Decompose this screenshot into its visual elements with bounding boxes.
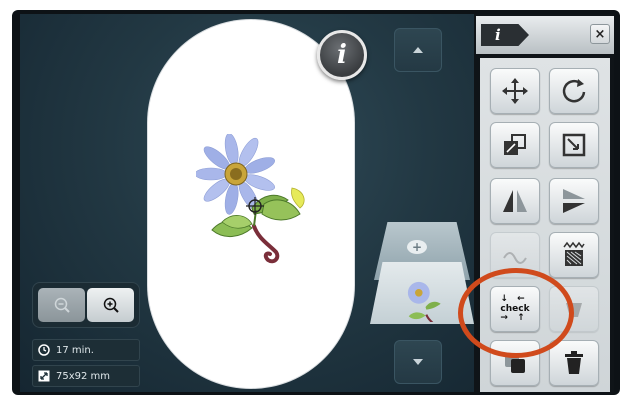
zoom-in-icon: [103, 297, 119, 313]
move-button[interactable]: [490, 68, 540, 114]
layer-thumbnail-flower: [407, 281, 441, 322]
chevron-down-icon: [413, 359, 423, 365]
annotation-circle: [458, 268, 574, 358]
add-layer-icon[interactable]: +: [407, 240, 427, 254]
info-badge[interactable]: i: [317, 30, 367, 80]
clock-icon: [38, 344, 50, 356]
stitch-time-value: 17 min.: [56, 344, 94, 356]
chevron-up-icon: [413, 47, 423, 53]
resize-icon: [562, 133, 586, 157]
rotate-icon: [562, 79, 586, 103]
zoom-out-button[interactable]: [38, 288, 85, 322]
mirror-left-right-button[interactable]: [490, 178, 540, 224]
crosshair-icon: [246, 197, 264, 215]
resize-proportional-button[interactable]: [490, 122, 540, 168]
disabled-icon: [503, 252, 527, 264]
zoom-controls: [32, 282, 140, 328]
zoom-in-button[interactable]: [87, 288, 134, 322]
scroll-down-button[interactable]: [394, 340, 442, 384]
mirror-up-down-icon: [563, 189, 585, 213]
resize-icon: [38, 370, 50, 382]
design-size-value: 75x92 mm: [56, 370, 111, 382]
zoom-out-icon: [54, 297, 70, 313]
resize-proportional-icon: [504, 134, 526, 155]
stitch-time-display: 17 min.: [32, 339, 140, 361]
close-button[interactable]: ×: [590, 24, 610, 44]
move-icon: [502, 78, 528, 104]
design-size-display: 75x92 mm: [32, 365, 140, 387]
mirror-up-down-button[interactable]: [549, 178, 599, 224]
scroll-up-button[interactable]: [394, 28, 442, 72]
stitch-density-button[interactable]: [549, 232, 599, 278]
stitch-density-icon: [563, 241, 585, 266]
mirror-left-right-icon: [503, 190, 527, 212]
rotate-button[interactable]: [549, 68, 599, 114]
trash-icon: [565, 351, 583, 374]
delete-button[interactable]: [549, 340, 599, 386]
resize-button[interactable]: [549, 122, 599, 168]
